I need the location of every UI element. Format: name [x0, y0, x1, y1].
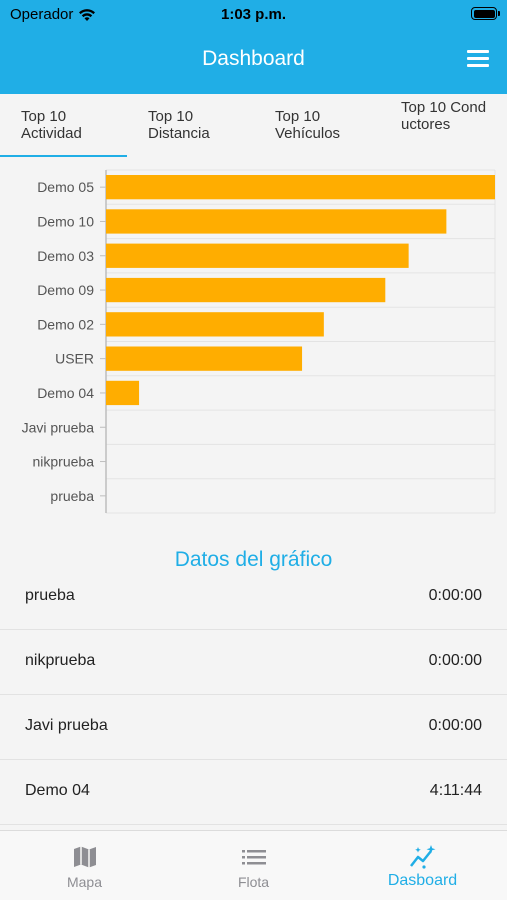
hamburger-menu-icon[interactable] [467, 50, 489, 68]
row-name: Javi prueba [25, 717, 108, 734]
chart-bar [106, 243, 409, 268]
status-bar: Operador 1:03 p.m. [0, 0, 507, 28]
tab-label: Top 10 Distancia [148, 108, 210, 142]
tab-actividad[interactable]: Top 10 Actividad [0, 94, 127, 157]
row-value: 4:11:44 [429, 782, 482, 799]
tab-distancia[interactable]: Top 10 Distancia [127, 94, 254, 157]
chart-bar [106, 312, 324, 337]
tab-label: Top 10 Actividad [21, 108, 82, 142]
tabbar-dashboard[interactable]: Dasboard [338, 831, 507, 900]
row-value: 0:00:00 [428, 587, 482, 604]
chart-category-label: Javi prueba [22, 419, 95, 435]
chart-category-label: Demo 04 [37, 385, 94, 401]
row-name: nikprueba [25, 652, 96, 669]
list-item: Javi prueba 0:00:00 [0, 695, 507, 760]
chart-bar [106, 277, 386, 303]
chart-svg: Demo 05 Demo 10 Demo 03 Demo 09 Demo 02 USER D… [22, 169, 496, 514]
chart-category-label: Demo 03 [37, 248, 94, 264]
battery-icon [471, 7, 500, 20]
chart-category-label: Demo 02 [37, 316, 94, 332]
app-header: Operador 1:03 p.m. Dashboard [0, 0, 507, 94]
dashboard-tabs: Top 10 Actividad Top 10 Distancia Top 10… [0, 94, 507, 157]
tabbar-label: Flota [237, 874, 270, 890]
row-name: Demo 04 [25, 782, 90, 799]
tab-vehiculos[interactable]: Top 10 Vehículos [254, 94, 381, 157]
bottom-tab-bar: Mapa Flota Dasboard [0, 830, 507, 900]
row-value: 0:00:00 [428, 652, 482, 669]
chart-bar [106, 346, 303, 371]
map-icon [74, 846, 96, 868]
page-title: Dashboard [202, 47, 305, 70]
tab-label: Top 10 Vehículos [275, 108, 341, 142]
chart-sparkle-icon [410, 845, 436, 869]
chart-category-label: nikprueba [33, 454, 95, 470]
chart-category-label: Demo 05 [37, 179, 94, 195]
clock: 1:03 p.m. [220, 6, 287, 23]
activity-bar-chart: Demo 05 Demo 10 Demo 03 Demo 09 Demo 02 USER D… [0, 160, 507, 520]
tabbar-flota[interactable]: Flota [169, 831, 338, 900]
tab-label: Top 10 Conductores [401, 99, 487, 133]
chart-bar [106, 209, 447, 234]
row-name: prueba [25, 587, 75, 604]
tabbar-label: Mapa [66, 874, 103, 890]
list-icon [242, 850, 266, 865]
list-item: Demo 04 4:11:44 [0, 760, 507, 825]
list-item: prueba 0:00:00 [0, 565, 507, 630]
row-value: 0:00:00 [428, 717, 482, 734]
tabbar-mapa[interactable]: Mapa [0, 831, 169, 900]
chart-category-label: prueba [50, 488, 94, 504]
chart-bar [106, 380, 140, 406]
tab-conductores[interactable]: Top 10 Conductores [381, 94, 507, 157]
chart-category-label: Demo 10 [37, 213, 94, 229]
list-item: nikprueba 0:00:00 [0, 630, 507, 695]
chart-bar [106, 175, 495, 200]
chart-category-label: USER [55, 351, 94, 367]
tabbar-label: Dasboard [387, 872, 458, 889]
chart-category-label: Demo 09 [37, 282, 94, 298]
